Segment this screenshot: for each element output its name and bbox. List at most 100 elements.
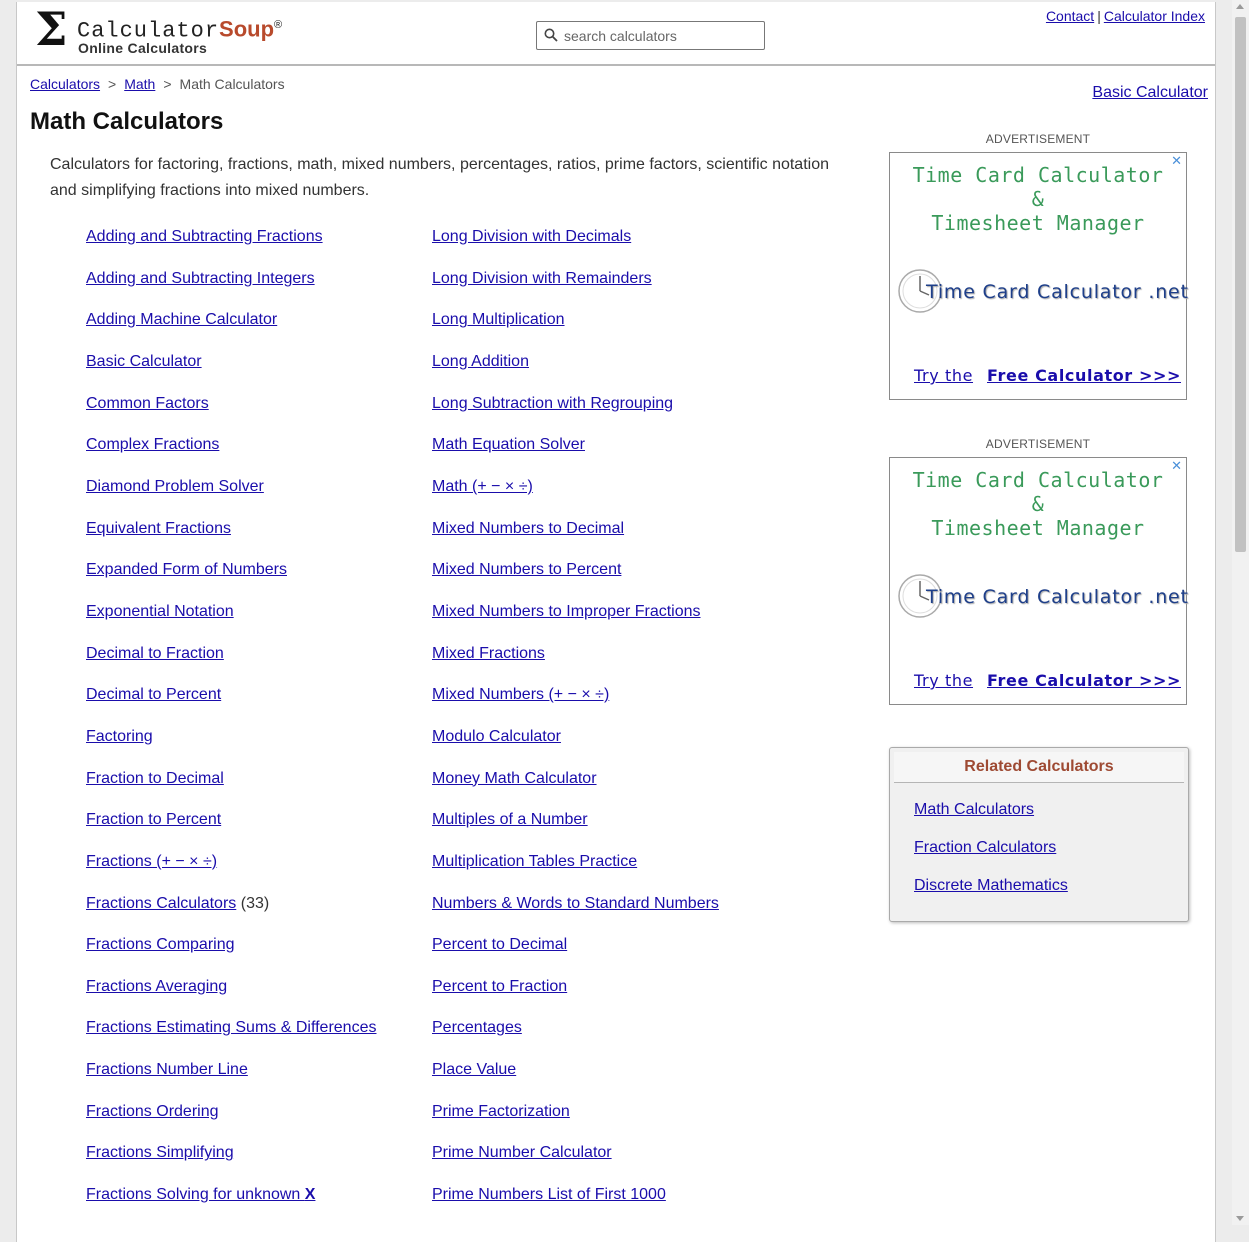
calculator-link[interactable]: Place Value (432, 1061, 516, 1078)
calculator-link[interactable]: Percent to Fraction (432, 978, 567, 995)
breadcrumb-calculators[interactable]: Calculators (30, 76, 100, 92)
calculator-link[interactable]: Multiplication Tables Practice (432, 853, 637, 870)
calculator-link[interactable]: Modulo Calculator (432, 728, 561, 745)
unknown-x: X (304, 1186, 316, 1204)
related-link[interactable]: Fraction Calculators (914, 839, 1056, 856)
calculator-link[interactable]: Complex Fractions (86, 436, 219, 453)
list-item: Decimal to Percent (86, 680, 376, 722)
calculator-link[interactable]: Percentages (432, 1019, 522, 1036)
calculator-link[interactable]: Basic Calculator (86, 353, 202, 370)
calculator-link[interactable]: Fractions Simplifying (86, 1144, 234, 1161)
calculator-link[interactable]: Fraction to Percent (86, 811, 221, 828)
list-item: Mixed Numbers to Percent (432, 555, 719, 597)
list-item: Diamond Problem Solver (86, 472, 376, 514)
calculator-link[interactable]: Long Addition (432, 353, 529, 370)
list-item: Fractions Solving for unknown X (86, 1180, 376, 1222)
calculator-link[interactable]: Math Equation Solver (432, 436, 585, 453)
list-item: Fractions Number Line (86, 1055, 376, 1097)
scroll-up-arrow-icon[interactable] (1236, 4, 1244, 9)
calculator-link[interactable]: Factoring (86, 728, 153, 745)
list-item: Fractions Comparing (86, 930, 376, 972)
ad-banner[interactable]: ✕ Time Card Calculator & Timesheet Manag… (889, 152, 1188, 400)
calculator-link[interactable]: Mixed Numbers (+ − × ÷) (432, 686, 609, 703)
calculator-link[interactable]: Fractions Comparing (86, 936, 235, 953)
calculator-link[interactable]: Numbers & Words to Standard Numbers (432, 895, 719, 912)
list-item: Long Subtraction with Regrouping (432, 389, 719, 431)
calculator-link[interactable]: Prime Numbers List of First 1000 (432, 1186, 666, 1203)
calculator-link[interactable]: Diamond Problem Solver (86, 478, 264, 495)
calculator-link[interactable]: Decimal to Percent (86, 686, 221, 703)
calculator-link[interactable]: Money Math Calculator (432, 770, 597, 787)
top-links-separator: | (1097, 8, 1101, 24)
calculator-link[interactable]: Prime Number Calculator (432, 1144, 612, 1161)
list-item: Prime Numbers List of First 1000 (432, 1180, 719, 1222)
list-item: Long Addition (432, 347, 719, 389)
list-item: Percent to Fraction (432, 972, 719, 1014)
calculator-link[interactable]: Adding and Subtracting Integers (86, 270, 315, 287)
page-container: Σ CalculatorSoup® Online Calculators Con… (16, 2, 1216, 1242)
list-item: Exponential Notation (86, 597, 376, 639)
list-item: Math Equation Solver (432, 430, 719, 472)
list-item: Mixed Numbers to Decimal (432, 514, 719, 556)
calculator-link[interactable]: Fractions (+ − × ÷) (86, 853, 217, 870)
vertical-scrollbar[interactable] (1232, 0, 1249, 1225)
search-input[interactable] (564, 26, 759, 46)
calculator-link-solving-unknown[interactable]: Fractions Solving for unknown X (86, 1186, 315, 1203)
calculator-link[interactable]: Long Division with Remainders (432, 270, 652, 287)
calculator-link[interactable]: Long Subtraction with Regrouping (432, 395, 673, 412)
list-item: Long Division with Decimals (432, 222, 719, 264)
ad-cta-link[interactable]: Try the Free Calculator >>> (914, 671, 1181, 690)
calculator-link[interactable]: Adding Machine Calculator (86, 311, 277, 328)
breadcrumb-math[interactable]: Math (124, 76, 155, 92)
calculator-link[interactable]: Math (+ − × ÷) (432, 478, 533, 495)
list-item: Percent to Decimal (432, 930, 719, 972)
list-item: Adding and Subtracting Fractions (86, 222, 376, 264)
calculator-link[interactable]: Exponential Notation (86, 603, 234, 620)
calculator-link[interactable]: Mixed Numbers to Decimal (432, 520, 624, 537)
related-link[interactable]: Discrete Mathematics (914, 877, 1068, 894)
calculator-link[interactable]: Prime Factorization (432, 1103, 570, 1120)
calculator-link[interactable]: Fractions Averaging (86, 978, 227, 995)
related-link[interactable]: Math Calculators (914, 801, 1034, 818)
ad-site-name: Time Card Calculator .net (926, 586, 1189, 608)
list-item: Money Math Calculator (432, 764, 719, 806)
list-item: Mixed Fractions (432, 639, 719, 681)
scroll-down-arrow-icon[interactable] (1236, 1216, 1244, 1221)
calculator-link[interactable]: Multiples of a Number (432, 811, 588, 828)
list-item: Adding Machine Calculator (86, 305, 376, 347)
calculator-link[interactable]: Long Division with Decimals (432, 228, 631, 245)
list-item: Prime Number Calculator (432, 1138, 719, 1180)
calculator-index-link[interactable]: Calculator Index (1104, 8, 1205, 24)
list-item: Modulo Calculator (432, 722, 719, 764)
calculator-link[interactable]: Long Multiplication (432, 311, 565, 328)
basic-calculator-link[interactable]: Basic Calculator (1092, 84, 1208, 102)
calculator-link[interactable]: Expanded Form of Numbers (86, 561, 287, 578)
tagline: Online Calculators (78, 40, 208, 56)
calculator-link[interactable]: Fractions Estimating Sums & Differences (86, 1019, 376, 1036)
search-box[interactable] (536, 21, 765, 50)
calculator-link[interactable]: Mixed Numbers to Improper Fractions (432, 603, 701, 620)
calculator-link[interactable]: Decimal to Fraction (86, 645, 224, 662)
calculator-link[interactable]: Fraction to Decimal (86, 770, 224, 787)
ad-banner[interactable]: ✕ Time Card Calculator & Timesheet Manag… (889, 457, 1189, 705)
contact-link[interactable]: Contact (1046, 8, 1094, 24)
calculator-link[interactable]: Percent to Decimal (432, 936, 567, 953)
ad-headline: Time Card Calculator & Timesheet Manager (890, 163, 1186, 235)
list-item: Fractions Calculators (33) (86, 889, 376, 931)
calculator-link[interactable]: Fractions Calculators (86, 895, 236, 912)
calculator-link[interactable]: Fractions Ordering (86, 1103, 219, 1120)
ad-cta-link[interactable]: Try the Free Calculator >>> (914, 366, 1181, 385)
scrollbar-thumb[interactable] (1235, 17, 1246, 552)
calculator-link[interactable]: Equivalent Fractions (86, 520, 231, 537)
calculator-link[interactable]: Mixed Numbers to Percent (432, 561, 621, 578)
list-item: Fractions Ordering (86, 1097, 376, 1139)
calculator-link[interactable]: Adding and Subtracting Fractions (86, 228, 323, 245)
list-item: Mixed Numbers (+ − × ÷) (432, 680, 719, 722)
calculator-link[interactable]: Common Factors (86, 395, 209, 412)
calculator-link[interactable]: Fractions Number Line (86, 1061, 248, 1078)
ad-label: ADVERTISEMENT (985, 132, 1091, 146)
list-item: Math Calculators (914, 799, 1188, 837)
calculator-link[interactable]: Mixed Fractions (432, 645, 545, 662)
ad-headline: Time Card Calculator & Timesheet Manager (890, 468, 1186, 540)
breadcrumb-separator: > (108, 76, 117, 92)
